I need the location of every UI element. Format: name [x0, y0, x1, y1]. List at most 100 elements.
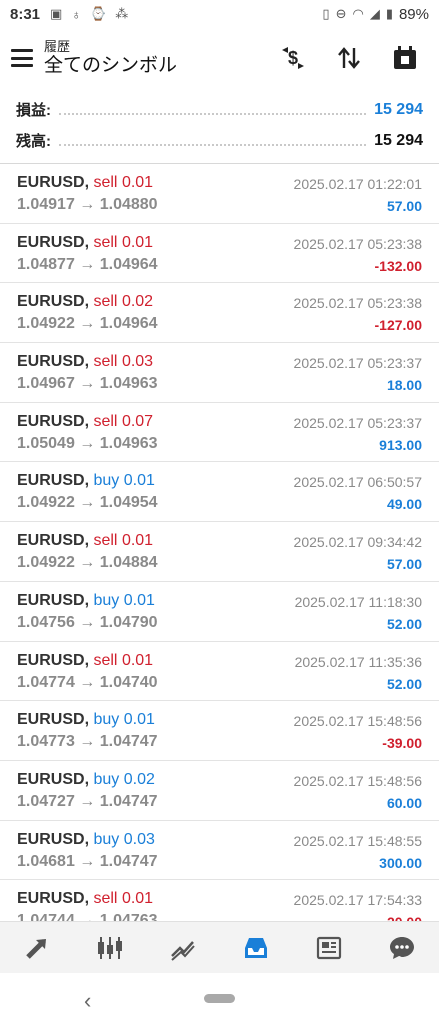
trade-time: 2025.02.17 05:23:38: [293, 295, 422, 312]
candlestick-icon[interactable]: [90, 928, 130, 968]
vibrate-icon: ▯: [322, 6, 330, 21]
trade-symbol: EURUSD,: [17, 890, 90, 908]
trade-header: EURUSD, sell 0.01: [17, 174, 153, 192]
trade-list[interactable]: EURUSD, sell 0.01 1.04917 → 1.04880 2025.0…: [0, 164, 439, 921]
trade-profit: 57.00: [386, 198, 422, 214]
image-icon: ▣: [50, 6, 63, 21]
dotted-leader: [59, 105, 367, 115]
trade-row[interactable]: EURUSD, sell 0.02 1.04922 → 1.04964 2025.0…: [0, 283, 439, 344]
trade-time: 2025.02.17 11:35:36: [294, 653, 422, 670]
trade-time: 2025.02.17 09:34:42: [293, 534, 422, 551]
trade-side: buy: [93, 472, 120, 490]
trade-prices: 1.04922 → 1.04884: [17, 554, 158, 572]
trade-side: sell: [93, 890, 118, 908]
notification-icon: ⁂: [115, 6, 129, 21]
trade-header: EURUSD, sell 0.01: [17, 532, 153, 550]
calendar-icon[interactable]: [389, 42, 421, 74]
status-bar: 8:31 ▣ ♁ ⌚ ⁂ ▯ ⊖ ◠ ◢ ▮ 89%: [0, 0, 439, 28]
trade-side: buy: [93, 770, 120, 788]
trade-time: 2025.02.17 15:48:56: [293, 713, 422, 730]
dotted-leader: [59, 136, 367, 146]
trade-header: EURUSD, buy 0.03: [17, 831, 155, 849]
trade-prices: 1.04877 → 1.04964: [17, 255, 158, 273]
trade-header: EURUSD, sell 0.01: [17, 890, 153, 908]
trade-volume: 0.01: [121, 890, 154, 908]
trade-time: 2025.02.17 01:22:01: [293, 176, 422, 192]
trade-header: EURUSD, sell 0.01: [17, 652, 153, 670]
summary-panel: 損益: 15 294 残高: 15 294: [0, 94, 439, 156]
wifi-icon: ◠: [352, 6, 364, 21]
trade-volume: 0.01: [123, 711, 155, 729]
trade-profit: -132.00: [374, 257, 422, 274]
profit-row: 損益: 15 294: [0, 94, 439, 125]
trade-side: buy: [93, 711, 120, 729]
chart-line-icon[interactable]: [163, 928, 203, 968]
trade-profit: 18.00: [386, 377, 422, 394]
trade-header: EURUSD, buy 0.01: [17, 592, 155, 610]
trade-prices: 1.04967 → 1.04963: [17, 375, 158, 393]
trade-time: 2025.02.17 05:23:38: [293, 235, 422, 252]
page-title[interactable]: 全てのシンボル: [44, 54, 177, 78]
trade-time: 2025.02.17 11:18:30: [294, 593, 422, 610]
trade-arrow-icon[interactable]: [17, 928, 57, 968]
trade-row[interactable]: EURUSD, sell 0.01 1.04744 → 1.04763 2025.0…: [0, 880, 439, 921]
trade-time: 2025.02.17 15:48:56: [293, 772, 422, 789]
trade-row[interactable]: EURUSD, sell 0.01 1.04774 → 1.04740 2025.0…: [0, 642, 439, 702]
status-time: 8:31: [10, 5, 41, 23]
trade-row[interactable]: EURUSD, sell 0.07 1.05049 → 1.04963 2025.0…: [0, 403, 439, 463]
trade-volume: 0.01: [121, 651, 154, 669]
trade-row[interactable]: EURUSD, sell 0.01 1.04922 → 1.04884 2025.0…: [0, 522, 439, 582]
trade-symbol: EURUSD,: [17, 830, 90, 848]
trade-row[interactable]: EURUSD, buy 0.01 1.04773 → 1.04747 2025.02…: [0, 701, 439, 761]
back-icon[interactable]: ‹: [84, 988, 91, 1014]
sort-icon[interactable]: [333, 42, 365, 74]
bulb-icon: ♁: [71, 6, 82, 22]
trade-header: EURUSD, sell 0.07: [17, 413, 153, 431]
trade-time: 2025.02.17 06:50:57: [293, 474, 422, 491]
trade-row[interactable]: EURUSD, sell 0.01 1.04877 → 1.04964 2025.0…: [0, 224, 439, 284]
trade-row[interactable]: EURUSD, buy 0.03 1.04681 → 1.04747 2025.02…: [0, 821, 439, 881]
home-pill[interactable]: [204, 994, 235, 1003]
trade-time: 2025.02.17 17:54:33: [293, 892, 422, 909]
dollar-swap-icon[interactable]: $: [277, 42, 309, 74]
trade-symbol: EURUSD,: [17, 532, 90, 550]
battery-icon: ▮: [385, 6, 393, 21]
svg-text:$: $: [288, 48, 298, 68]
history-inbox-icon[interactable]: [236, 928, 276, 968]
trade-row[interactable]: EURUSD, buy 0.02 1.04727 → 1.04747 2025.02…: [0, 761, 439, 821]
chat-icon[interactable]: [382, 928, 422, 968]
news-icon[interactable]: [309, 928, 349, 968]
trade-profit: -127.00: [374, 317, 422, 334]
trade-volume: 0.02: [121, 293, 154, 311]
trade-prices: 1.04922 → 1.04964: [17, 315, 158, 333]
watch-icon: ⌚: [90, 6, 107, 21]
trade-time: 2025.02.17 05:23:37: [293, 355, 422, 372]
trade-row[interactable]: EURUSD, sell 0.01 1.04917 → 1.04880 2025.0…: [0, 164, 439, 224]
app-bar: 履歴 全てのシンボル $: [0, 30, 439, 86]
trade-side: buy: [93, 591, 120, 609]
trade-side: sell: [93, 174, 118, 191]
bottom-nav: [0, 921, 439, 973]
trade-profit: -20.00: [382, 914, 422, 921]
trade-side: sell: [93, 353, 118, 371]
trade-volume: 0.01: [121, 233, 154, 251]
trade-prices: 1.04773 → 1.04747: [17, 733, 158, 751]
page-subtitle: 履歴: [44, 38, 71, 54]
system-nav: ‹: [0, 973, 439, 1024]
trade-row[interactable]: EURUSD, buy 0.01 1.04922 → 1.04954 2025.02…: [0, 462, 439, 523]
trade-side: sell: [93, 293, 118, 311]
trade-profit: -39.00: [382, 735, 422, 752]
trade-prices: 1.04917 → 1.04880: [17, 196, 158, 213]
trade-row[interactable]: EURUSD, sell 0.03 1.04967 → 1.04963 2025.0…: [0, 343, 439, 403]
menu-icon[interactable]: [11, 49, 33, 67]
trade-volume: 0.01: [123, 591, 155, 609]
balance-row: 残高: 15 294: [0, 125, 439, 156]
trade-symbol: EURUSD,: [17, 293, 90, 311]
trade-symbol: EURUSD,: [17, 353, 90, 371]
balance-label: 残高:: [16, 133, 51, 150]
signal-icon: ◢: [369, 6, 380, 21]
trade-symbol: EURUSD,: [17, 591, 90, 609]
trade-row[interactable]: EURUSD, buy 0.01 1.04756 → 1.04790 2025.02…: [0, 582, 439, 642]
trade-header: EURUSD, buy 0.01: [17, 711, 155, 729]
trade-header: EURUSD, sell 0.02: [17, 293, 153, 311]
